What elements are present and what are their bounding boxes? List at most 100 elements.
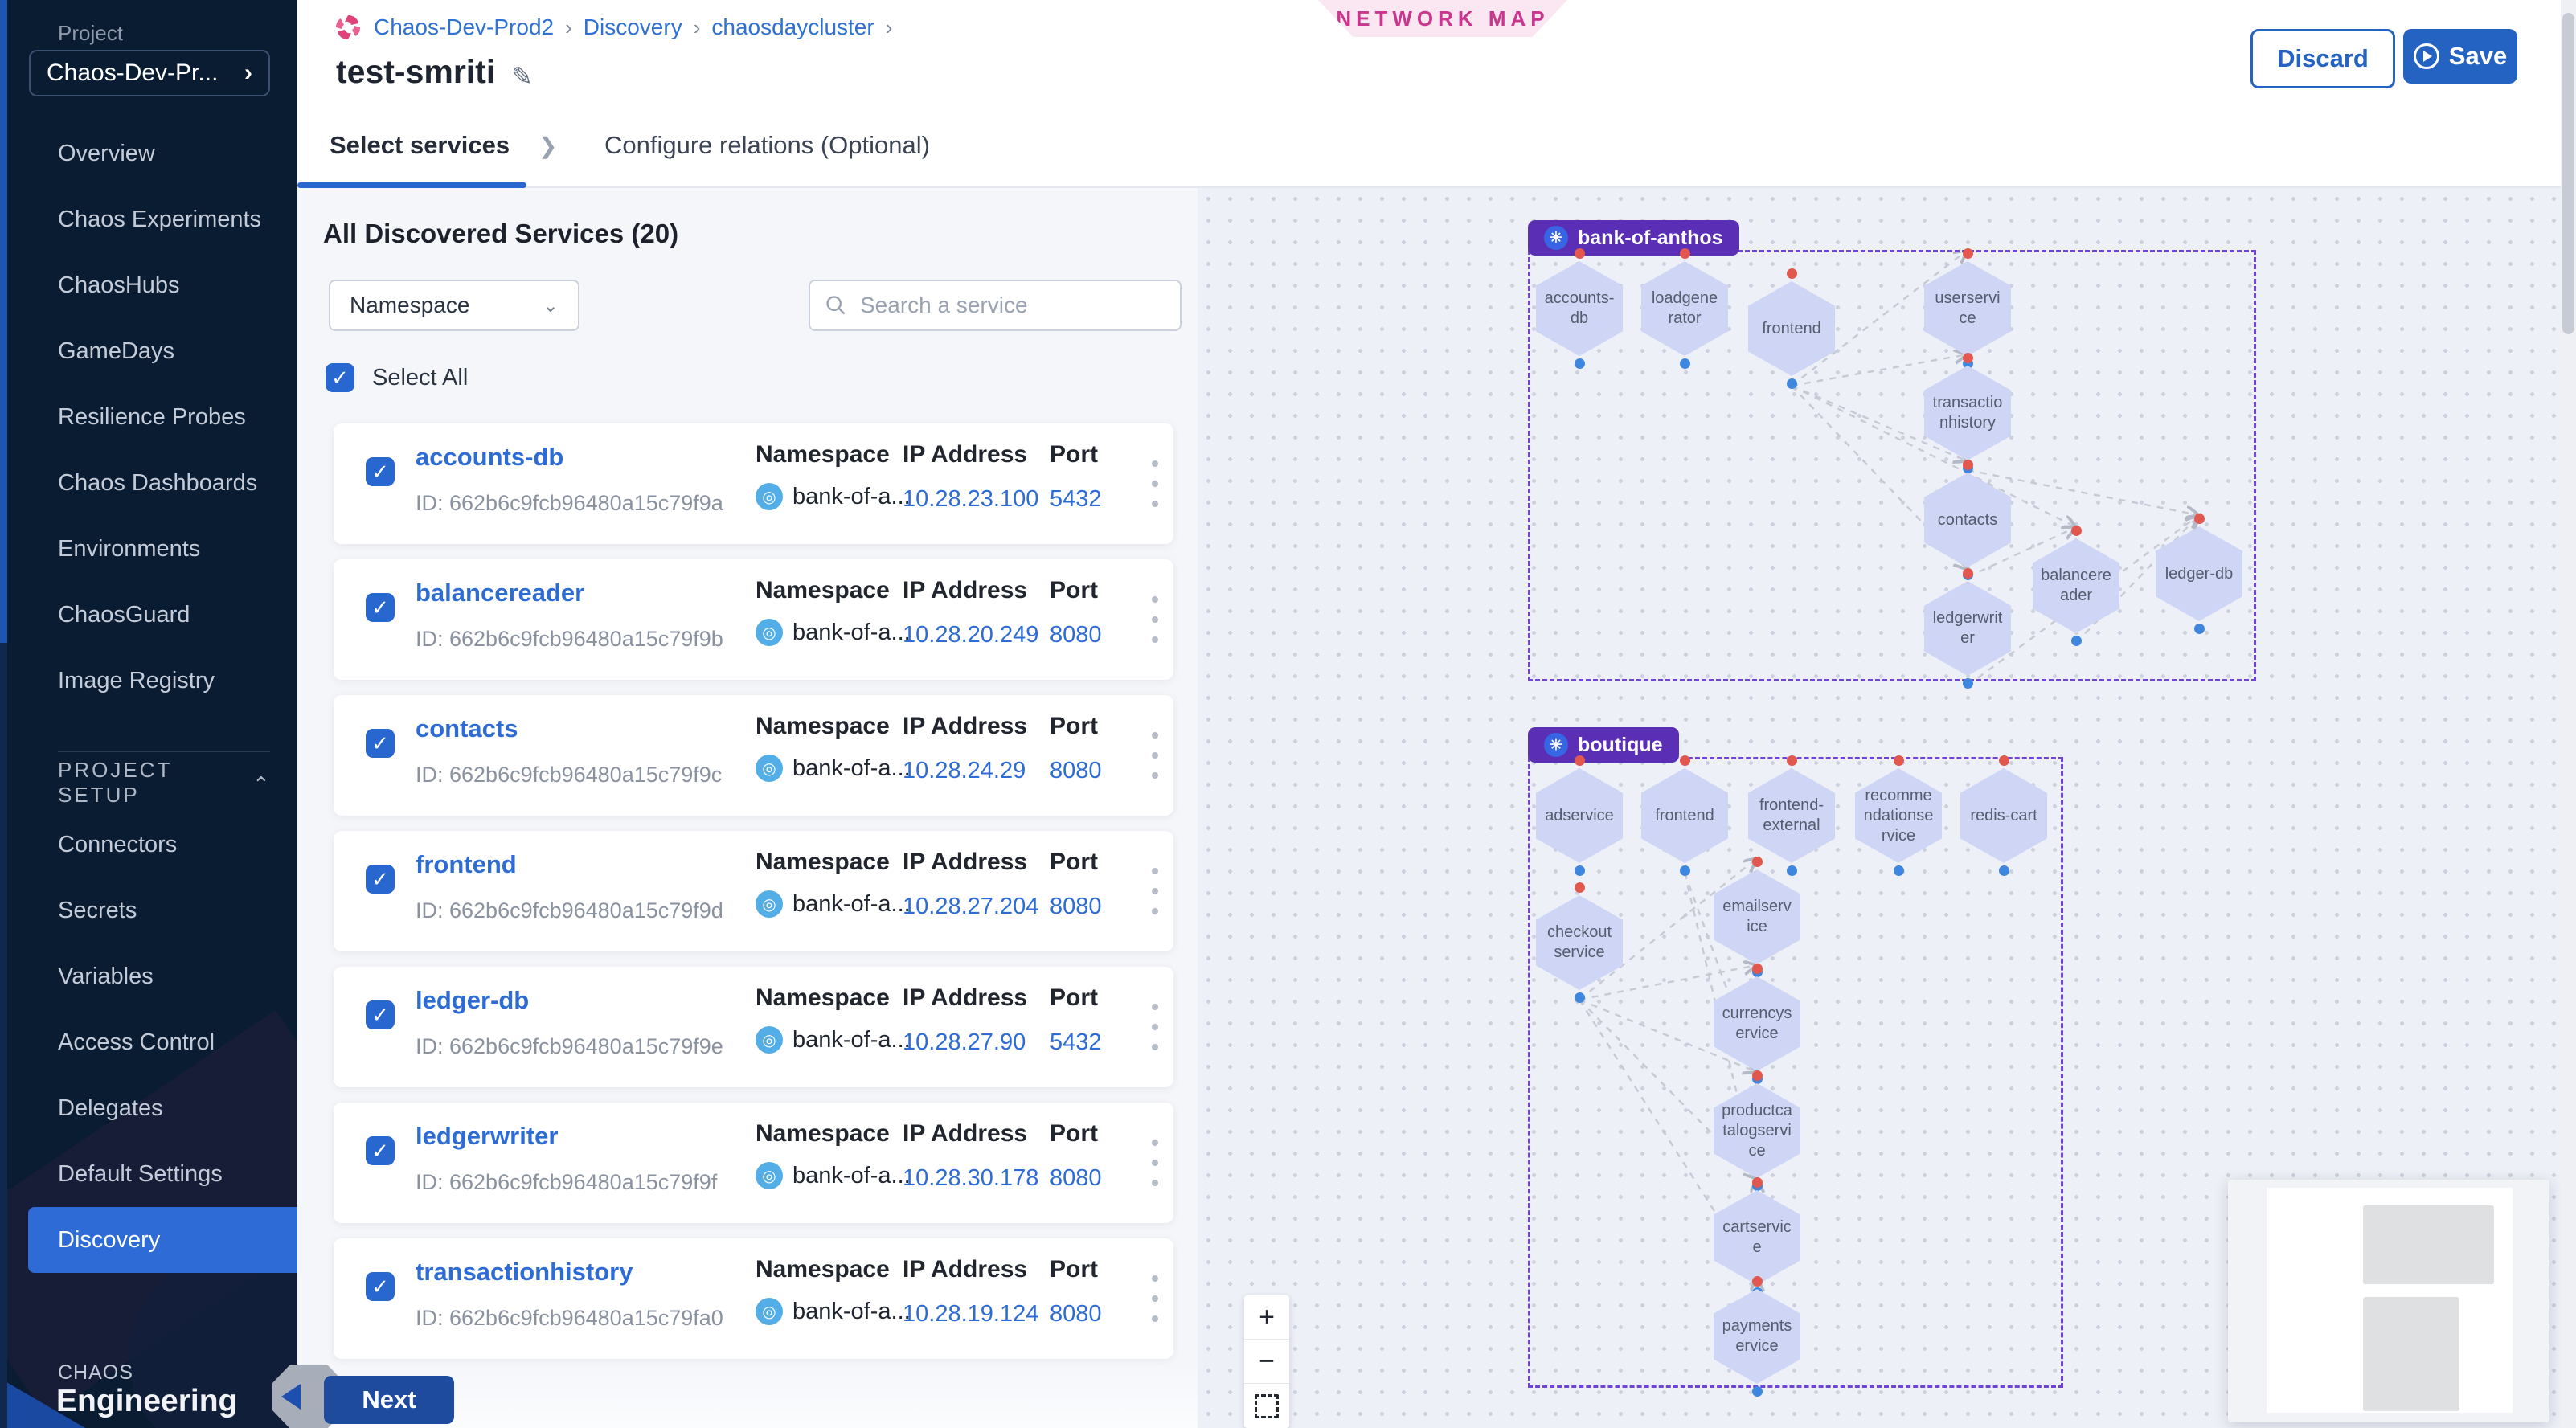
tab-select-services[interactable]: Select services (330, 104, 510, 186)
sidebar-item-access-control[interactable]: Access Control (0, 1009, 297, 1075)
collapse-left-icon[interactable] (281, 1384, 301, 1410)
service-checkbox[interactable]: ✓ (366, 1136, 395, 1165)
service-ip[interactable]: 10.28.30.178 (903, 1165, 1038, 1192)
service-port[interactable]: 8080 (1050, 1301, 1102, 1328)
service-row: ✓ transactionhistory ID: 662b6c9fcb96480a1… (334, 1238, 1173, 1359)
select-all-checkbox[interactable]: ✓ (326, 363, 354, 392)
zoom-in-button[interactable]: + (1244, 1295, 1289, 1340)
sidebar-item-discovery[interactable]: Discovery (28, 1207, 297, 1273)
service-name-link[interactable]: transactionhistory (416, 1258, 633, 1287)
row-menu-button[interactable] (1139, 1270, 1171, 1327)
column-header-ip: IP Address (903, 984, 1027, 1012)
sidebar-item-chaos-dashboards[interactable]: Chaos Dashboards (0, 450, 297, 516)
service-list: ✓accounts-dbID: 662b6c9fcb96480a15c79f9a… (334, 423, 1173, 1374)
next-button[interactable]: Next (324, 1376, 454, 1424)
breadcrumb-discovery[interactable]: Discovery (584, 14, 682, 40)
namespace-icon: ◎ (756, 619, 783, 646)
edit-title-icon[interactable]: ✎ (511, 61, 533, 92)
sidebar-item-chaosguard[interactable]: ChaosGuard (0, 582, 297, 648)
sidebar-item-variables[interactable]: Variables (0, 943, 297, 1009)
service-port[interactable]: 8080 (1050, 758, 1102, 784)
kubernetes-icon: ✳ (1544, 733, 1568, 757)
zoom-out-button[interactable]: − (1244, 1340, 1289, 1384)
service-ip[interactable]: 10.28.27.90 (903, 1029, 1026, 1056)
service-checkbox[interactable]: ✓ (366, 457, 395, 486)
sidebar-item-gamedays[interactable]: GameDays (0, 318, 297, 384)
sidebar-item-overview[interactable]: Overview (0, 121, 297, 186)
row-menu-button[interactable] (1139, 999, 1171, 1055)
node-port-out-dot (1752, 1386, 1763, 1397)
namespace-filter-label: Namespace (350, 293, 469, 318)
chevron-up-icon: ⌄ (250, 771, 270, 796)
save-button[interactable]: Save (2403, 29, 2517, 84)
map-minimap[interactable] (2228, 1180, 2549, 1422)
column-header-port: Port (1050, 849, 1098, 876)
service-checkbox[interactable]: ✓ (366, 1000, 395, 1029)
service-ip[interactable]: 10.28.20.249 (903, 622, 1038, 649)
service-port[interactable]: 5432 (1050, 1029, 1102, 1056)
page-scrollbar-thumb[interactable] (2562, 13, 2574, 334)
brand-chaos-label: CHAOS (58, 1361, 133, 1385)
row-menu-button[interactable] (1139, 1135, 1171, 1191)
column-header-ip: IP Address (903, 713, 1027, 740)
sidebar-item-secrets[interactable]: Secrets (0, 878, 297, 943)
service-port[interactable]: 8080 (1050, 894, 1102, 920)
play-circle-icon (2414, 43, 2439, 69)
service-name-link[interactable]: contacts (416, 714, 518, 743)
search-input[interactable] (858, 292, 1165, 319)
discard-button[interactable]: Discard (2250, 29, 2395, 88)
select-all[interactable]: ✓ Select All (326, 363, 468, 392)
service-checkbox[interactable]: ✓ (366, 1272, 395, 1301)
node-port-in-dot (1680, 248, 1690, 259)
namespace-value: bank-of-a... (792, 1027, 911, 1054)
service-namespace: ◎bank-of-a... (756, 1298, 911, 1325)
breadcrumb-cluster[interactable]: chaosdaycluster (711, 14, 874, 40)
fullscreen-button[interactable] (1244, 1384, 1289, 1428)
page-title: test-smriti (336, 53, 495, 91)
sidebar-item-chaoshubs[interactable]: ChaosHubs (0, 252, 297, 318)
service-name-link[interactable]: ledger-db (416, 986, 529, 1015)
sidebar-item-connectors[interactable]: Connectors (0, 812, 297, 878)
node-port-out-dot (2071, 636, 2082, 646)
project-setup-label: PROJECT SETUP (58, 758, 250, 808)
sidebar-item-default-settings[interactable]: Default Settings (0, 1141, 297, 1207)
service-port[interactable]: 8080 (1050, 622, 1102, 649)
sidebar-item-resilience-probes[interactable]: Resilience Probes (0, 384, 297, 450)
tab-configure-relations[interactable]: Configure relations (Optional) (604, 104, 930, 186)
service-checkbox[interactable]: ✓ (366, 593, 395, 622)
page-scrollbar-track (2561, 0, 2576, 1428)
service-ip[interactable]: 10.28.23.100 (903, 486, 1038, 513)
sidebar-item-chaos-experiments[interactable]: Chaos Experiments (0, 186, 297, 252)
service-ip[interactable]: 10.28.27.204 (903, 894, 1038, 920)
row-menu-button[interactable] (1139, 863, 1171, 919)
node-port-in-dot (1787, 268, 1797, 279)
namespace-value: bank-of-a... (792, 1163, 911, 1189)
service-port[interactable]: 5432 (1050, 486, 1102, 513)
sidebar-item-environments[interactable]: Environments (0, 516, 297, 582)
row-menu-button[interactable] (1139, 727, 1171, 784)
project-selector[interactable]: Chaos-Dev-Pr... › (29, 50, 270, 96)
service-row: ✓contactsID: 662b6c9fcb96480a15c79f9cNam… (334, 695, 1173, 816)
project-setup-header[interactable]: PROJECT SETUP ⌄ (58, 759, 270, 807)
service-name-link[interactable]: ledgerwriter (416, 1122, 558, 1151)
brand-engineering-label: Engineering (56, 1384, 237, 1419)
namespace-filter-dropdown[interactable]: Namespace ⌄ (329, 280, 579, 331)
service-name-link[interactable]: balancereader (416, 579, 584, 608)
service-ip[interactable]: 10.28.19.124 (903, 1301, 1038, 1328)
column-header-port: Port (1050, 1120, 1098, 1148)
row-menu-button[interactable] (1139, 591, 1171, 648)
sidebar-item-image-registry[interactable]: Image Registry (0, 648, 297, 714)
sidebar-item-delegates[interactable]: Delegates (0, 1075, 297, 1141)
service-name-link[interactable]: accounts-db (416, 443, 563, 472)
row-menu-button[interactable] (1139, 456, 1171, 512)
column-header-port: Port (1050, 1256, 1098, 1283)
service-checkbox[interactable]: ✓ (366, 865, 395, 894)
namespace-icon: ◎ (756, 1026, 783, 1054)
service-id: ID: 662b6c9fcb96480a15c79fa0 (416, 1306, 723, 1331)
service-port[interactable]: 8080 (1050, 1165, 1102, 1192)
service-name-link[interactable]: frontend (416, 850, 517, 879)
breadcrumb-project[interactable]: Chaos-Dev-Prod2 (374, 14, 554, 40)
namespace-icon: ◎ (756, 755, 783, 782)
service-ip[interactable]: 10.28.24.29 (903, 758, 1026, 784)
service-checkbox[interactable]: ✓ (366, 729, 395, 758)
